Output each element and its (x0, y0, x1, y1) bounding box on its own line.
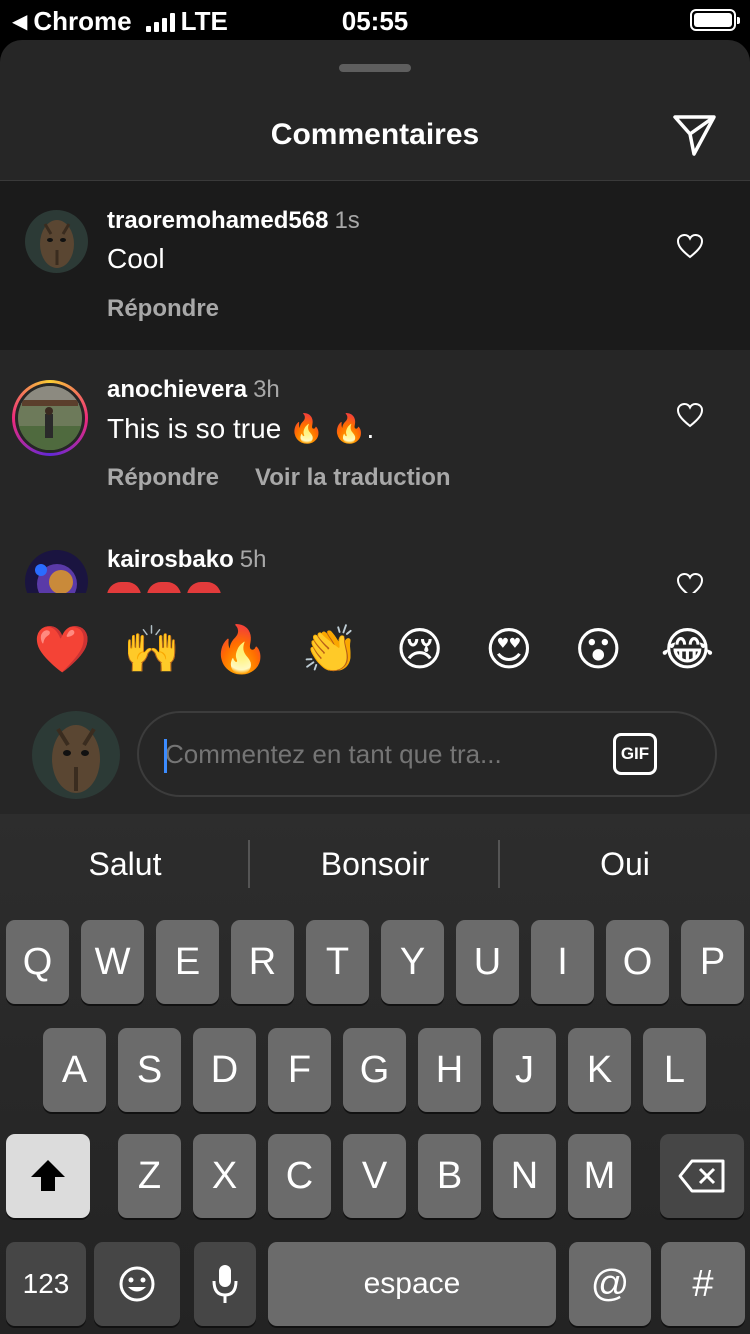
comment-username[interactable]: traoremohamed568 1s (107, 207, 360, 235)
comment-text: Cool (107, 243, 165, 274)
key-a[interactable]: A (43, 1028, 106, 1112)
space-key[interactable]: espace (268, 1242, 556, 1326)
key-q[interactable]: Q (6, 920, 69, 1004)
key-z[interactable]: Z (118, 1134, 181, 1218)
shift-key[interactable] (6, 1134, 90, 1218)
key-n[interactable]: N (493, 1134, 556, 1218)
key-y[interactable]: Y (381, 920, 444, 1004)
reaction-emoji-button[interactable]: 😂 (643, 619, 732, 679)
reaction-emoji-button[interactable]: 👏 (286, 619, 375, 679)
suggestion-1[interactable]: Salut (0, 814, 250, 914)
sheet-title: Commentaires (270, 118, 480, 151)
reaction-emoji-button[interactable]: 😢 (375, 619, 464, 679)
gif-button[interactable]: GIF (613, 733, 657, 775)
key-p[interactable]: P (681, 920, 744, 1004)
reaction-emoji-button[interactable]: 🔥 (197, 619, 286, 679)
key-u[interactable]: U (456, 920, 519, 1004)
comment-item: traoremohamed568 1s Cool Répondre (0, 181, 750, 350)
suggestion-2[interactable]: Bonsoir (250, 814, 500, 914)
key-c[interactable]: C (268, 1134, 331, 1218)
key-l[interactable]: L (643, 1028, 706, 1112)
key-t[interactable]: T (306, 920, 369, 1004)
key-h[interactable]: H (418, 1028, 481, 1112)
key-f[interactable]: F (268, 1028, 331, 1112)
key-g[interactable]: G (343, 1028, 406, 1112)
comment-input-container: GIF (137, 711, 717, 797)
hash-key[interactable]: # (661, 1242, 745, 1326)
key-s[interactable]: S (118, 1028, 181, 1112)
comment-text: This is so true 🔥 🔥. (107, 413, 375, 444)
reaction-emoji-button[interactable]: 🙌 (107, 619, 196, 679)
key-m[interactable]: M (568, 1134, 631, 1218)
comment-username[interactable]: kairosbako 5h (107, 546, 266, 574)
comment-item: anochievera 3h This is so true 🔥 🔥. Répon… (0, 350, 750, 520)
avatar[interactable] (25, 550, 88, 593)
comment-text-partial (107, 582, 221, 593)
like-heart-icon[interactable] (676, 233, 704, 259)
key-w[interactable]: W (81, 920, 144, 1004)
status-bar: ◀ Chrome LTE 05:55 (0, 0, 750, 40)
comments-sheet: Commentaires traoremohamed568 1s Cool Rép… (0, 40, 750, 814)
backspace-key[interactable] (660, 1134, 744, 1218)
story-ring[interactable] (12, 380, 88, 456)
key-b[interactable]: B (418, 1134, 481, 1218)
avatar[interactable] (18, 386, 82, 450)
microphone-key[interactable] (194, 1242, 256, 1326)
comment-input[interactable] (165, 739, 595, 770)
comment-time: 5h (239, 546, 267, 573)
key-r[interactable]: R (231, 920, 294, 1004)
text-caret (164, 739, 167, 773)
emoji-key[interactable] (94, 1242, 180, 1326)
comment-time: 3h (253, 376, 280, 403)
like-heart-icon[interactable] (676, 572, 704, 593)
share-send-icon[interactable] (672, 112, 718, 158)
suggestion-3[interactable]: Oui (500, 814, 750, 914)
key-i[interactable]: I (531, 920, 594, 1004)
sheet-grabber[interactable] (339, 64, 411, 72)
like-heart-icon[interactable] (676, 402, 704, 428)
reaction-emoji-button[interactable]: ❤️ (18, 619, 107, 679)
key-j[interactable]: J (493, 1028, 556, 1112)
numbers-key[interactable]: 123 (6, 1242, 86, 1326)
avatar[interactable] (25, 210, 88, 273)
my-avatar (32, 711, 120, 799)
at-key[interactable]: @ (569, 1242, 651, 1326)
reply-button[interactable]: Répondre (107, 464, 219, 492)
key-v[interactable]: V (343, 1134, 406, 1218)
key-o[interactable]: O (606, 920, 669, 1004)
key-e[interactable]: E (156, 920, 219, 1004)
clock: 05:55 (341, 6, 409, 36)
key-d[interactable]: D (193, 1028, 256, 1112)
keyboard: Salut Bonsoir Oui QWERTYUIOP ASDFGHJKL ZXC… (0, 814, 750, 1334)
reaction-emoji-button[interactable]: 😮 (554, 619, 643, 679)
comment-time: 1s (334, 207, 360, 234)
comment-item: kairosbako 5h (0, 520, 750, 593)
battery-icon (690, 9, 740, 31)
key-x[interactable]: X (193, 1134, 256, 1218)
key-k[interactable]: K (568, 1028, 631, 1112)
comment-username[interactable]: anochievera 3h (107, 376, 280, 404)
quick-reaction-bar: ❤️🙌🔥👏😢😍😮😂 GIF (0, 593, 750, 814)
reply-button[interactable]: Répondre (107, 295, 219, 323)
reaction-emoji-button[interactable]: 😍 (464, 619, 553, 679)
see-translation-button[interactable]: Voir la traduction (255, 464, 451, 492)
